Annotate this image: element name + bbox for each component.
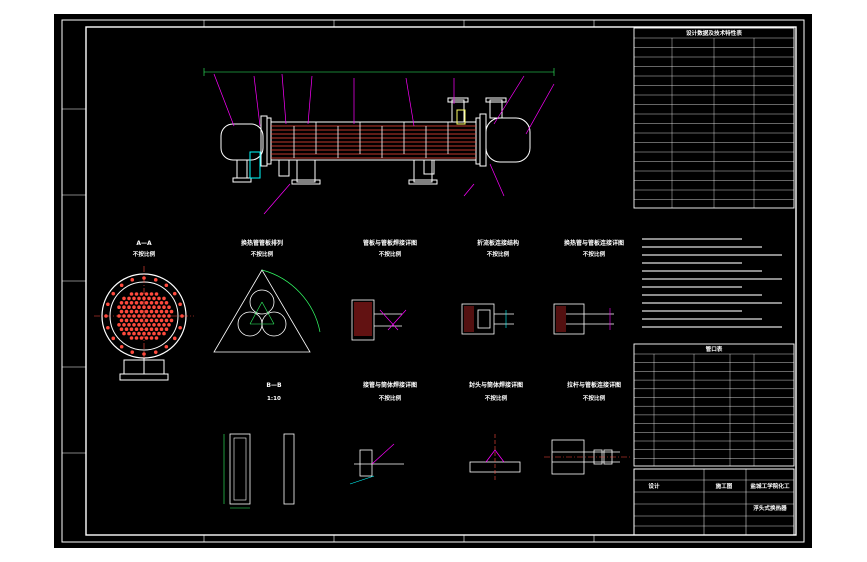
cad-drawing-canvas[interactable]: A—A 不按比例 换热管管板排列 不按比例 管板与管板焊接详图 不按比例 折流板… [54, 14, 812, 548]
dimension-lines [203, 68, 555, 76]
bottom-supports [232, 159, 438, 185]
zone-marks [62, 20, 595, 542]
left-channel [220, 123, 264, 161]
tie-rod-title: 拉杆与管板连接详图 [567, 381, 621, 389]
tube-to-sheet-view[interactable]: 换热管与管板连接详图 不按比例 [553, 239, 624, 335]
nozzle-weld-title: 接管与筒体焊接详图 [362, 381, 417, 389]
tie-rod-view[interactable]: 拉杆与管板连接详图 不按比例 [544, 381, 630, 475]
head-weld-view[interactable]: 封头与筒体焊接详图 不按比例 [469, 381, 523, 480]
outer-border [61, 19, 805, 543]
exchanger-elevation[interactable] [203, 68, 555, 215]
title-block-designer: 设计 [648, 482, 660, 490]
baffle-detail-title: 折流板连接结构 [477, 239, 519, 247]
nozzle-weld-scale: 不按比例 [379, 394, 402, 402]
design-data-title: 设计数据及技术特性表 [686, 29, 742, 37]
head-weld-title: 封头与筒体焊接详图 [469, 381, 523, 389]
section-aa-title: A—A [136, 240, 152, 247]
head-weld-scale: 不按比例 [485, 394, 508, 402]
nozzle-table-rows [634, 353, 794, 459]
section-aa-scale: 不按比例 [133, 250, 156, 258]
baffle-detail-view[interactable]: 折流板连接结构 不按比例 [461, 239, 519, 335]
baffle-detail-scale: 不按比例 [487, 250, 510, 258]
tube-to-sheet-scale: 不按比例 [583, 250, 606, 258]
pitch-triangle [213, 269, 311, 353]
detail-bb-title: B—B [266, 382, 282, 389]
tube-sheet-weld-view[interactable]: 管板与管板焊接详图 不按比例 [351, 239, 417, 341]
drawing-frame [85, 26, 797, 536]
tube-layout-view[interactable]: 换热管管板排列 不按比例 [213, 239, 321, 353]
design-data-table[interactable]: 设计数据及技术特性表 [633, 27, 795, 209]
tube-layout-title: 换热管管板排列 [241, 239, 283, 247]
section-aa-support [119, 358, 169, 381]
leader-lines [213, 73, 555, 215]
nozzle-weld-view[interactable]: 接管与筒体焊接详图 不按比例 [349, 381, 417, 485]
section-aa-view[interactable]: A—A 不按比例 [94, 240, 194, 381]
screenshot-frame: A—A 不按比例 换热管管板排列 不按比例 管板与管板焊接详图 不按比例 折流板… [0, 0, 867, 562]
right-head [485, 117, 531, 163]
tube-to-sheet-title: 换热管与管板连接详图 [564, 239, 624, 247]
detail-bb-scale: 1:10 [267, 396, 281, 402]
top-nozzles [447, 97, 507, 125]
title-block-company: 盐城工学院化工 [750, 482, 790, 490]
baffles [293, 122, 449, 158]
nozzle-bracket [249, 151, 261, 179]
nozzle-table[interactable]: 管口表 [633, 343, 795, 467]
tie-rod-scale: 不按比例 [583, 394, 606, 402]
title-block-stage: 施工图 [716, 482, 733, 490]
tube-layout-scale: 不按比例 [251, 250, 274, 258]
cad-drawing-viewer[interactable]: A—A 不按比例 换热管管板排列 不按比例 管板与管板焊接详图 不按比例 折流板… [54, 14, 812, 548]
nozzle-table-title: 管口表 [706, 345, 723, 353]
tube-sheet-weld-scale: 不按比例 [379, 250, 402, 258]
title-block-drawing-title: 浮头式换热器 [753, 504, 787, 512]
detail-bb-view[interactable]: B—B 1:10 [223, 382, 295, 509]
pitch-arc [261, 269, 321, 333]
tube-bundle [271, 125, 476, 159]
title-block[interactable]: 盐城工学院化工 浮头式换热器 设计 施工图 [633, 468, 795, 536]
tube-sheet-weld-title: 管板与管板焊接详图 [363, 239, 417, 247]
technical-notes [642, 238, 782, 328]
